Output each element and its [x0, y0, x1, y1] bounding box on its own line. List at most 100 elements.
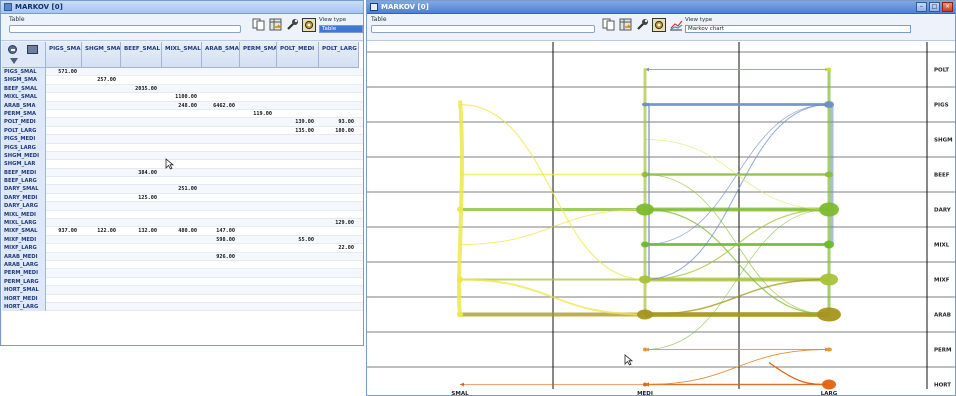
table-cell[interactable] — [319, 185, 354, 193]
table-cell[interactable] — [82, 286, 116, 294]
table-cell[interactable] — [162, 278, 197, 286]
table-cell[interactable] — [121, 102, 157, 110]
table-cell[interactable]: 480.00 — [162, 227, 197, 235]
table-cell[interactable] — [121, 303, 157, 311]
table-cell[interactable] — [162, 85, 197, 93]
table-cell[interactable] — [240, 85, 272, 93]
chart-window-titlebar[interactable]: MARKOV [0] – □ × — [367, 1, 955, 14]
table-cell[interactable] — [162, 269, 197, 277]
table-cell[interactable]: 257.00 — [82, 76, 116, 84]
table-cell[interactable] — [240, 244, 272, 252]
table-cell[interactable]: 384.00 — [121, 169, 157, 177]
wrench-icon[interactable] — [285, 17, 299, 32]
table-cell[interactable] — [82, 185, 116, 193]
table-cell[interactable] — [319, 102, 354, 110]
table-row[interactable]: BEEF_MEDI 384.00 — [2, 168, 363, 178]
column-header-perm-smal[interactable]: PERM_SMAL — [240, 42, 277, 68]
table-cell[interactable] — [240, 160, 272, 168]
table-cell[interactable] — [162, 253, 197, 261]
column-header-polt-larg[interactable]: POLT_LARG — [319, 42, 359, 68]
table-cell[interactable] — [162, 76, 197, 84]
table-cell[interactable] — [162, 261, 197, 269]
table-cell[interactable] — [319, 211, 354, 219]
table-cell[interactable] — [277, 286, 314, 294]
table-cell[interactable] — [46, 236, 77, 244]
table-cell[interactable] — [121, 295, 157, 303]
table-row[interactable]: BEEF_SMAL 2035.00 — [2, 84, 363, 94]
table-cell[interactable] — [202, 185, 235, 193]
table-cell[interactable]: 147.00 — [202, 227, 235, 235]
column-header-arab-smal[interactable]: ARAB_SMAL — [202, 42, 240, 68]
table-cell[interactable] — [277, 303, 314, 311]
table-cell[interactable]: 598.00 — [202, 236, 235, 244]
table-cell[interactable] — [277, 76, 314, 84]
table-cell[interactable] — [319, 85, 354, 93]
table-row[interactable]: MIXF_MEDI 598.00 55.00 — [2, 235, 363, 245]
row-header[interactable]: PERM_MEDI — [2, 269, 46, 278]
table-cell[interactable]: 135.00 — [277, 127, 314, 135]
row-header[interactable]: SHGM_LAR — [2, 160, 46, 169]
table-cell[interactable] — [82, 152, 116, 160]
table-cell[interactable] — [240, 202, 272, 210]
table-row[interactable]: HORT_MEDI — [2, 294, 363, 303]
table-cell[interactable] — [46, 160, 77, 168]
table-cell[interactable] — [240, 135, 272, 143]
table-cell[interactable] — [82, 110, 116, 118]
table-cell[interactable]: 119.00 — [240, 110, 272, 118]
table-cell[interactable] — [46, 295, 77, 303]
table-cell[interactable] — [82, 169, 116, 177]
table-cell[interactable] — [277, 169, 314, 177]
row-header[interactable]: POLT_MEDI — [2, 118, 46, 127]
table-cell[interactable] — [202, 160, 235, 168]
table-cell[interactable] — [240, 236, 272, 244]
row-header[interactable]: BEEF_LARG — [2, 177, 46, 186]
table-row[interactable]: ARAB_SMA 248.00 6462.00 — [2, 101, 363, 110]
table-row[interactable]: ARAB_MEDI 926.00 — [2, 252, 363, 261]
table-cell[interactable] — [82, 127, 116, 135]
table-cell[interactable] — [162, 295, 197, 303]
row-header[interactable]: HORT_SMAL — [2, 286, 46, 295]
table-cell[interactable] — [319, 177, 354, 185]
row-header[interactable]: BEEF_MEDI — [2, 168, 46, 178]
table-cell[interactable] — [319, 68, 354, 76]
table-cell[interactable]: 6462.00 — [202, 102, 235, 110]
table-cell[interactable] — [162, 303, 197, 311]
table-cell[interactable] — [202, 303, 235, 311]
table-cell[interactable] — [46, 194, 77, 202]
table-cell[interactable] — [46, 110, 77, 118]
table-row[interactable]: PIGS_LARG — [2, 143, 363, 152]
table-row[interactable]: POLT_LARG 135.00 180.00 — [2, 126, 363, 136]
table-cell[interactable] — [240, 93, 272, 101]
table-cell[interactable] — [46, 278, 77, 286]
table-cell[interactable]: 937.00 — [46, 227, 77, 235]
table-row[interactable]: SHGM_SMA 257.00 — [2, 76, 363, 85]
table-cell[interactable] — [82, 194, 116, 202]
row-header[interactable]: MIXF_SMAL — [2, 227, 46, 236]
table-cell[interactable] — [121, 118, 157, 126]
sort-down-icon[interactable] — [10, 58, 18, 64]
table-cell[interactable] — [82, 144, 116, 152]
table-cell[interactable] — [46, 127, 77, 135]
table-cell[interactable] — [277, 102, 314, 110]
table-cell[interactable] — [121, 244, 157, 252]
table-cell[interactable] — [46, 244, 77, 252]
table-cell[interactable] — [277, 110, 314, 118]
table-cell[interactable] — [162, 177, 197, 185]
table-cell[interactable] — [82, 93, 116, 101]
table-cell[interactable] — [319, 194, 354, 202]
table-row[interactable]: SHGM_LAR — [2, 160, 363, 169]
table-cell[interactable] — [240, 76, 272, 84]
row-header[interactable]: PIGS_LARG — [2, 143, 46, 152]
table-cell[interactable]: 251.00 — [162, 185, 197, 193]
table-cell[interactable] — [82, 253, 116, 261]
table-cell[interactable] — [319, 278, 354, 286]
table-cell[interactable] — [82, 236, 116, 244]
table-row[interactable]: SHGM_MEDI — [2, 151, 363, 161]
row-header[interactable]: MIXF_MEDI — [2, 235, 46, 245]
table-cell[interactable] — [46, 144, 77, 152]
column-layout-icon[interactable] — [27, 45, 38, 54]
table-cell[interactable]: 129.00 — [319, 219, 354, 227]
table-cell[interactable] — [240, 68, 272, 76]
table-cell[interactable] — [46, 135, 77, 143]
row-header[interactable]: ARAB_LARG — [2, 260, 46, 270]
